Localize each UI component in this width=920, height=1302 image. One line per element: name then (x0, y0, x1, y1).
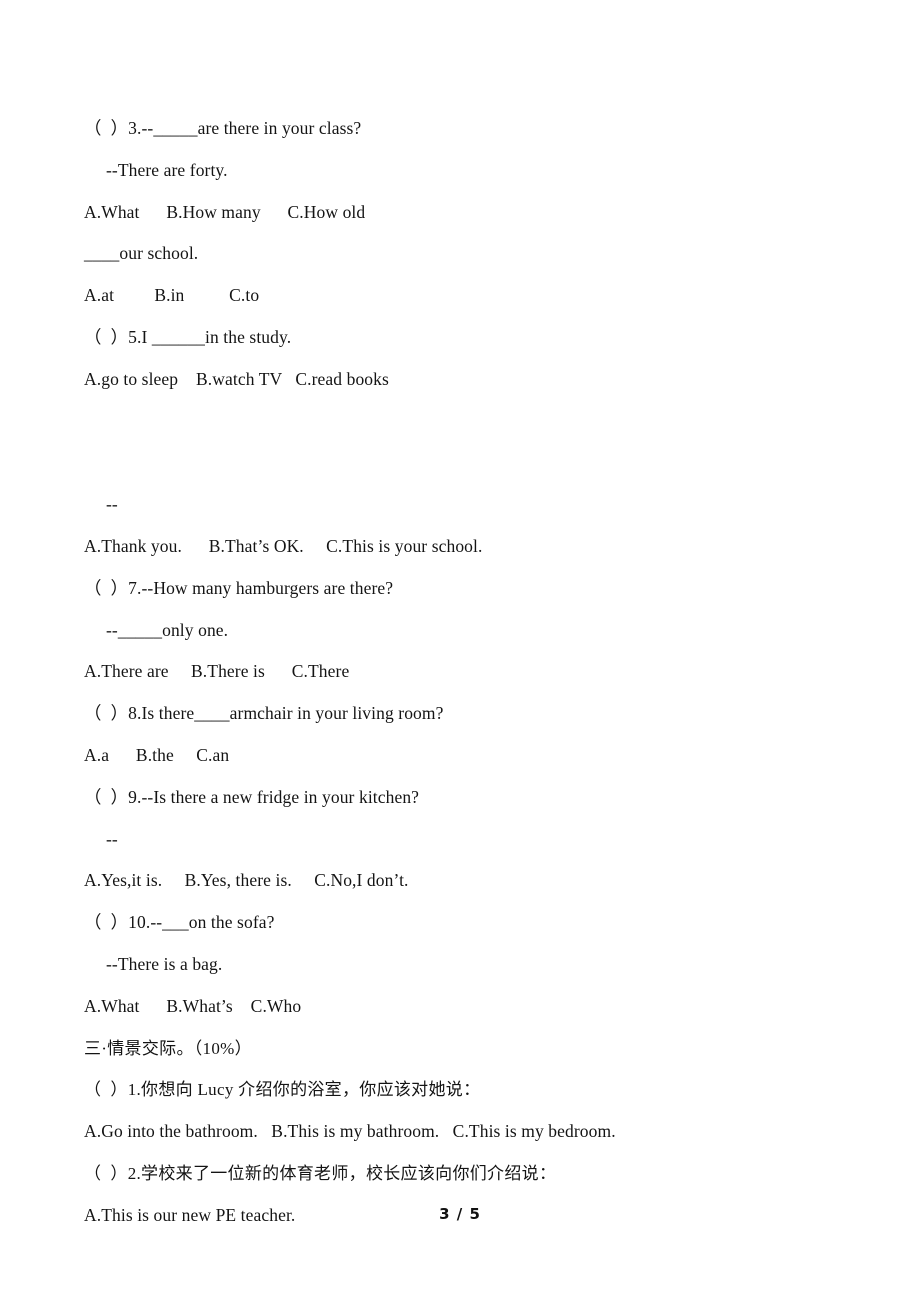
question-9-reply: -- (106, 828, 118, 849)
question-8-options: A.a B.the C.an (84, 744, 230, 765)
question-8-stem: （ ）8.Is there____armchair in your living… (84, 703, 444, 724)
question-10-reply: --There is a bag. (106, 953, 223, 974)
question-7-stem: （ ）7.--How many hamburgers are there? (84, 577, 394, 598)
question-7-reply: --_____only one. (106, 619, 229, 640)
section-3-heading: 三·情景交际。（10%） (84, 1038, 252, 1058)
question-6-stem-missing (84, 442, 844, 484)
question-9-stem: （ ）9.--Is there a new fridge in your kit… (84, 786, 420, 807)
question-10-stem: （ ）10.--___on the sofa? (84, 912, 275, 933)
page-number-footer: 3 / 5 (439, 1205, 481, 1223)
question-9-options: A.Yes,it is. B.Yes, there is. C.No,I don… (84, 870, 409, 891)
question-4-options: A.at B.in C.to (84, 285, 260, 306)
question-6-reply: -- (106, 494, 118, 515)
question-10-options: A.What B.What’s C.Who (84, 995, 302, 1016)
question-5-options: A.go to sleep B.watch TV C.read books (84, 368, 389, 389)
question-4-stem: ____our school. (84, 243, 199, 264)
document-text-column: （ ）3.--_____are there in your class? --T… (84, 108, 844, 1237)
section3-question-1-stem: （ ）1.你想向 Lucy 介绍你的浴室，你应该对她说： (84, 1080, 481, 1100)
question-3-reply: --There are forty. (106, 159, 228, 180)
question-6-options: A.Thank you. B.That’s OK. C.This is your… (84, 535, 483, 556)
question-7-options: A.There are B.There is C.There (84, 661, 350, 682)
section3-question-1-options: A.Go into the bathroom. B.This is my bat… (84, 1121, 616, 1142)
question-3-stem: （ ）3.--_____are there in your class? (84, 118, 362, 138)
question-5-stem: （ ）5.I ______in the study. (84, 326, 292, 347)
blank-gap-line (84, 401, 844, 443)
section3-question-2-stem: （ ）2.学校来了一位新的体育老师，校长应该向你们介绍说： (84, 1163, 557, 1183)
question-3-options: A.What B.How many C.How old (84, 201, 366, 222)
document-page: （ ）3.--_____are there in your class? --T… (0, 0, 920, 1302)
